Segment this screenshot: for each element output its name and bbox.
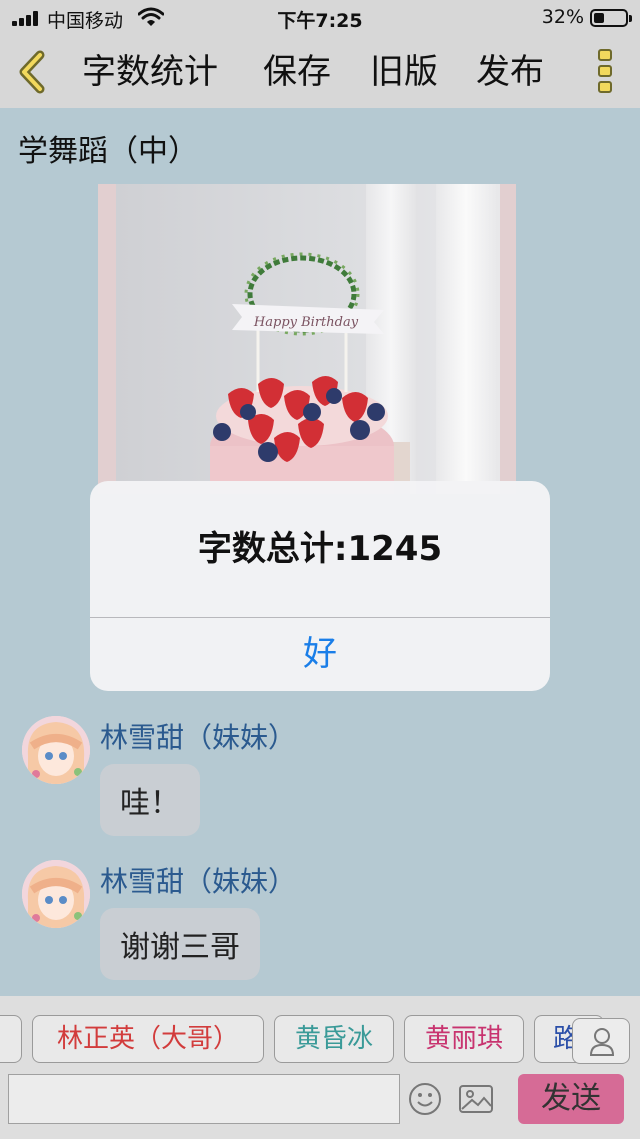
message-input[interactable] — [8, 1074, 400, 1124]
tag-partial[interactable] — [0, 1015, 22, 1063]
old-version-button[interactable]: 旧版 — [370, 50, 438, 94]
word-count-button[interactable]: 字数统计 — [82, 50, 218, 94]
more-menu-icon[interactable] — [594, 46, 616, 98]
photo-caption: Happy Birthday — [253, 315, 359, 330]
word-count-alert: 字数总计:1245 好 — [90, 481, 550, 691]
user-icon[interactable] — [572, 1018, 630, 1064]
avatar[interactable] — [22, 860, 90, 928]
alert-message: 字数总计:1245 — [197, 529, 443, 569]
battery-percent: 32% — [541, 6, 584, 28]
avatar[interactable] — [22, 716, 90, 784]
birthday-cake-image: Happy Birthday — [210, 252, 410, 494]
sender-name: 林雪甜（妹妹） — [100, 865, 297, 898]
tag-character-1[interactable]: 黄昏冰 — [274, 1015, 394, 1063]
character-tags-bar: 林正英（大哥） 黄昏冰 黄丽琪 路 — [0, 996, 640, 1072]
input-bar: 发送 — [0, 1072, 640, 1139]
battery-icon — [590, 9, 632, 27]
tag-character-2[interactable]: 黄丽琪 — [404, 1015, 524, 1063]
send-button[interactable]: 发送 — [518, 1074, 624, 1124]
emoji-icon[interactable] — [408, 1082, 442, 1116]
tag-character-0[interactable]: 林正英（大哥） — [32, 1015, 264, 1063]
post-title: 学舞蹈（中） — [18, 134, 198, 169]
message-bubble[interactable]: 哇！ — [100, 764, 200, 836]
cake-photo[interactable]: Happy Birthday — [98, 184, 516, 494]
status-bar: 中国移动 下午7:25 32% — [0, 0, 640, 36]
save-button[interactable]: 保存 — [263, 50, 331, 94]
nav-bar: 字数统计 保存 旧版 发布 — [0, 36, 640, 108]
message-bubble[interactable]: 谢谢三哥 — [100, 908, 260, 980]
alert-ok-button[interactable]: 好 — [90, 618, 550, 691]
sender-name: 林雪甜（妹妹） — [100, 721, 297, 754]
image-icon[interactable] — [458, 1082, 494, 1116]
publish-button[interactable]: 发布 — [476, 50, 544, 94]
back-chevron-icon[interactable] — [14, 50, 50, 94]
